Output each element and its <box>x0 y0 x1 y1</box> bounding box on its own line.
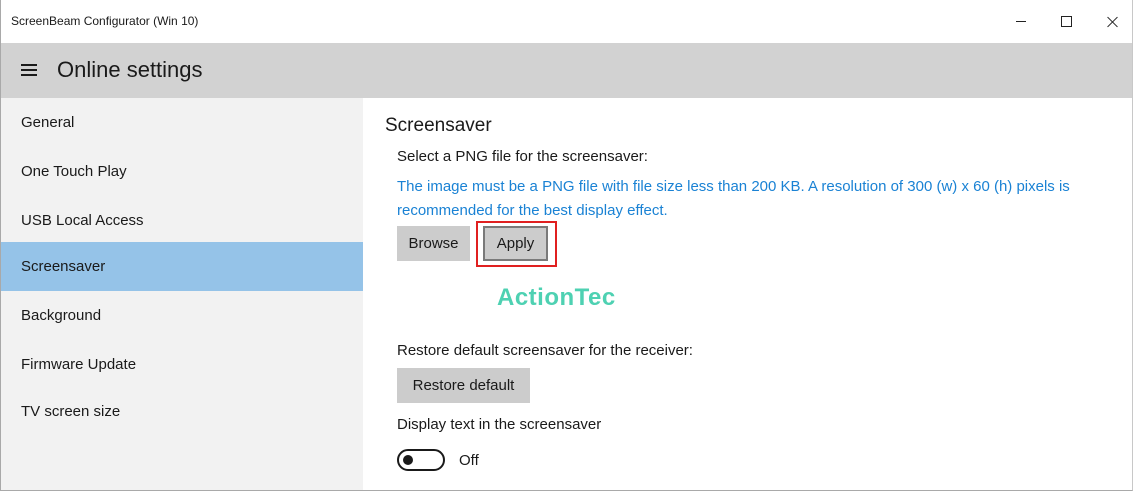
png-requirements-info: The image must be a PNG file with file s… <box>397 178 1070 219</box>
sidebar-item-one-touch-play[interactable]: One Touch Play <box>1 147 363 196</box>
sidebar-item-screensaver[interactable]: Screensaver <box>1 242 363 291</box>
sidebar-item-usb-local-access[interactable]: USB Local Access <box>1 196 363 245</box>
sidebar-item-general[interactable]: General <box>1 98 363 147</box>
apply-button[interactable]: Apply <box>483 226 548 261</box>
minimize-icon <box>1016 21 1026 22</box>
display-text-toggle[interactable] <box>397 449 445 471</box>
title-bar: ScreenBeam Configurator (Win 10) <box>1 0 1132 43</box>
screensaver-preview-logo: ActionTec <box>497 284 616 311</box>
restore-default-label: Restore default screensaver for the rece… <box>397 342 693 359</box>
maximize-icon <box>1060 16 1072 27</box>
window-title: ScreenBeam Configurator (Win 10) <box>11 14 199 28</box>
page-header: Online settings <box>1 43 1132 98</box>
hamburger-menu-icon[interactable] <box>19 61 39 79</box>
sidebar-item-firmware-update[interactable]: Firmware Update <box>1 340 363 389</box>
page-title: Online settings <box>57 57 203 82</box>
restore-default-button[interactable]: Restore default <box>397 368 530 403</box>
sidebar: General One Touch Play USB Local Access … <box>1 98 363 490</box>
maximize-button[interactable] <box>1043 0 1089 43</box>
display-text-label: Display text in the screensaver <box>397 416 602 433</box>
close-icon <box>1107 16 1119 28</box>
select-png-label: Select a PNG file for the screensaver: <box>397 148 648 165</box>
minimize-button[interactable] <box>998 0 1044 43</box>
close-button[interactable] <box>1090 0 1132 43</box>
toggle-knob <box>403 455 413 465</box>
section-title: Screensaver <box>385 115 492 136</box>
browse-button[interactable]: Browse <box>397 226 470 261</box>
toggle-state-label: Off <box>459 452 479 469</box>
sidebar-item-background[interactable]: Background <box>1 291 363 340</box>
app-window: ScreenBeam Configurator (Win 10) Online … <box>0 0 1133 491</box>
sidebar-item-tv-screen-size[interactable]: TV screen size <box>1 387 363 436</box>
main-content: Screensaver Select a PNG file for the sc… <box>363 98 1132 490</box>
